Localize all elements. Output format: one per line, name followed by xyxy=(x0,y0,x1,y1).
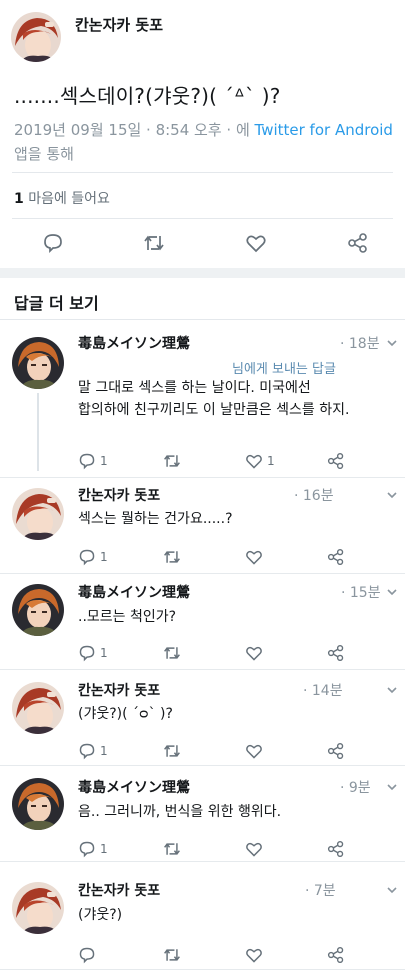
reply-text-line: 섹스는 뭘하는 건가요.....? xyxy=(78,511,233,527)
reply-text-line: ..모르는 척인가? xyxy=(78,609,177,625)
share-icon[interactable] xyxy=(347,232,369,254)
thread-line xyxy=(37,393,39,471)
reply-time: · 18분 xyxy=(340,336,380,352)
reply-time: · 14분 xyxy=(303,683,343,699)
likes-count: 1 xyxy=(14,191,24,207)
retweet-icon[interactable] xyxy=(142,232,166,254)
reply-text: (갸웃?)( ´ᴑ` )? xyxy=(78,703,173,725)
likes-summary[interactable]: 1 마음에 들어요 xyxy=(14,188,110,208)
chevron-down-icon[interactable] xyxy=(386,885,398,895)
reply-text-line: (갸웃?) xyxy=(78,907,123,923)
tweet-timestamp: 2019년 09월 15일 · 8:54 오후 · 에 xyxy=(14,121,255,139)
speech-bubble-icon[interactable] xyxy=(78,644,96,662)
retweet-icon[interactable] xyxy=(162,452,182,470)
author-name[interactable]: 칸논자카 돗포 xyxy=(75,14,163,35)
reply-item[interactable]: 칸논자카 돗포 · 7분 (갸웃?) xyxy=(0,862,405,970)
reply-text: (갸웃?) xyxy=(78,904,122,926)
tweet-text: .......섹스데이?(갸웃?)( ´ᐞ` )? xyxy=(14,84,281,108)
reply-author[interactable]: 칸논자카 돗포 xyxy=(78,485,160,505)
share-icon[interactable] xyxy=(327,742,345,760)
share-icon[interactable] xyxy=(327,452,345,470)
reply-text-line: 말 그대로 섹스를 하는 날이다. 미국에선 xyxy=(78,380,311,396)
reply-author[interactable]: 毒島メイソン理鶯 xyxy=(78,582,190,602)
reply-avatar[interactable] xyxy=(12,778,64,830)
like-count: 1 xyxy=(267,454,275,468)
tweet-source-suffix: 앱을 통해 xyxy=(14,145,74,163)
speech-bubble-icon[interactable] xyxy=(78,840,96,858)
reply-count: 1 xyxy=(100,454,108,468)
speech-bubble-icon[interactable] xyxy=(78,946,96,964)
reply-text: ..모르는 척인가? xyxy=(78,606,176,628)
reply-item[interactable]: 毒島メイソン理鶯 · 18분 님에게 보내는 답글 말 그대로 섹스를 하는 날이다.… xyxy=(0,321,405,478)
reply-author[interactable]: 칸논자카 돗포 xyxy=(78,880,160,900)
reply-count: 1 xyxy=(100,646,108,660)
author-avatar[interactable] xyxy=(11,12,61,62)
reply-text: 말 그대로 섹스를 하는 날이다. 미국에선합의하에 친구끼리도 이 날만큼은 … xyxy=(78,377,349,421)
reply-time: · 9분 xyxy=(340,780,371,796)
heart-icon[interactable] xyxy=(245,548,263,566)
share-icon[interactable] xyxy=(327,644,345,662)
chevron-down-icon[interactable] xyxy=(386,587,398,597)
reply-time: · 15분 xyxy=(341,585,381,601)
more-replies-title: 답글 더 보기 xyxy=(14,294,99,313)
reply-item[interactable]: 毒島メイソン理鶯 · 9분음.. 그러니까, 번식을 위한 행위다. 1 xyxy=(0,766,405,862)
reply-count: 1 xyxy=(100,550,108,564)
heart-icon[interactable] xyxy=(245,644,263,662)
retweet-icon[interactable] xyxy=(162,644,182,662)
tweet-meta: 2019년 09월 15일 · 8:54 오후 · 에 Twitter for … xyxy=(14,118,394,166)
chevron-down-icon[interactable] xyxy=(386,338,398,348)
reply-text-line: (갸웃?)( ´ᴑ` )? xyxy=(78,706,173,722)
reply-count: 1 xyxy=(100,842,108,856)
reply-time: · 16분 xyxy=(294,488,334,504)
tweet-source-link[interactable]: Twitter for Android xyxy=(255,121,393,139)
reply-avatar[interactable] xyxy=(12,337,64,389)
heart-icon[interactable] xyxy=(245,840,263,858)
reply-count: 1 xyxy=(100,744,108,758)
retweet-icon[interactable] xyxy=(162,548,182,566)
chevron-down-icon[interactable] xyxy=(386,490,398,500)
retweet-icon[interactable] xyxy=(162,946,182,964)
divider xyxy=(12,172,393,173)
share-icon[interactable] xyxy=(327,548,345,566)
more-replies-header: 답글 더 보기 xyxy=(0,278,405,320)
section-separator xyxy=(0,268,405,278)
speech-bubble-icon[interactable] xyxy=(42,232,64,254)
retweet-icon[interactable] xyxy=(162,742,182,760)
reply-avatar[interactable] xyxy=(12,682,64,734)
retweet-icon[interactable] xyxy=(162,840,182,858)
reply-avatar[interactable] xyxy=(12,584,64,636)
reply-text-line: 음.. 그러니까, 번식을 위한 행위다. xyxy=(78,804,282,820)
reply-avatar[interactable] xyxy=(12,488,64,540)
reply-item[interactable]: 칸논자카 돗포 · 14분 (갸웃?)( ´ᴑ` )? 1 xyxy=(0,670,405,766)
chevron-down-icon[interactable] xyxy=(386,782,398,792)
heart-icon[interactable] xyxy=(245,946,263,964)
reply-item[interactable]: 칸논자카 돗포 · 16분섹스는 뭘하는 건가요.....? 1 xyxy=(0,478,405,574)
heart-icon[interactable] xyxy=(245,452,263,470)
reply-to-label: 님에게 보내는 답글 xyxy=(232,362,336,377)
heart-icon[interactable] xyxy=(245,232,267,254)
reply-author[interactable]: 毒島メイソン理鶯 xyxy=(78,777,190,797)
chevron-down-icon[interactable] xyxy=(386,685,398,695)
reply-text-line: 합의하에 친구끼리도 이 날만큼은 섹스를 하지. xyxy=(78,402,350,418)
likes-label: 마음에 들어요 xyxy=(23,191,110,207)
reply-text: 음.. 그러니까, 번식을 위한 행위다. xyxy=(78,801,281,823)
reply-avatar[interactable] xyxy=(12,882,64,934)
reply-author[interactable]: 毒島メイソン理鶯 xyxy=(78,333,190,353)
share-icon[interactable] xyxy=(327,946,345,964)
speech-bubble-icon[interactable] xyxy=(78,452,96,470)
heart-icon[interactable] xyxy=(245,742,263,760)
tweet-actions xyxy=(0,225,405,259)
speech-bubble-icon[interactable] xyxy=(78,548,96,566)
reply-text: 섹스는 뭘하는 건가요.....? xyxy=(78,508,233,530)
reply-author[interactable]: 칸논자카 돗포 xyxy=(78,680,160,700)
divider xyxy=(12,218,393,219)
share-icon[interactable] xyxy=(327,840,345,858)
speech-bubble-icon[interactable] xyxy=(78,742,96,760)
reply-item[interactable]: 毒島メイソン理鶯 · 15분 ..모르는 척인가? 1 xyxy=(0,574,405,670)
reply-time: · 7분 xyxy=(305,883,336,899)
main-tweet: 칸논자카 돗포 .......섹스데이?(갸웃?)( ´ᐞ` )? 2019년 … xyxy=(0,0,405,268)
